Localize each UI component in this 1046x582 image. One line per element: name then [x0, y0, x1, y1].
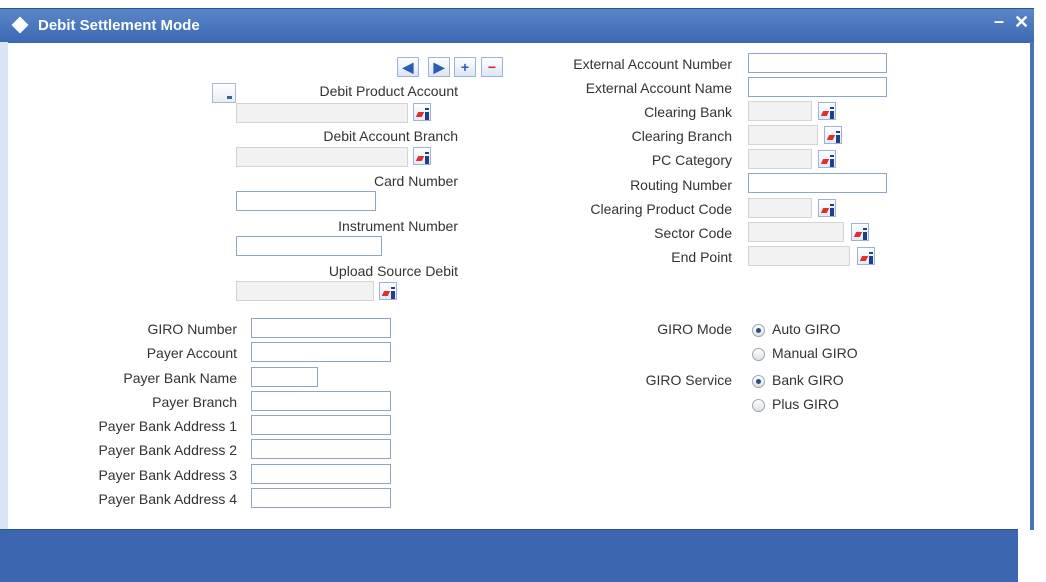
card-number-label: Card Number	[373, 173, 458, 189]
payer-bank-address-2-field[interactable]	[251, 439, 391, 459]
end-point-field[interactable]	[748, 246, 850, 266]
next-record-button[interactable]: ▶	[428, 57, 450, 77]
plus-giro-label: Plus GIRO	[772, 396, 839, 412]
upload-source-debit-lov-icon[interactable]	[379, 282, 397, 300]
instrument-number-label: Instrument Number	[338, 218, 458, 234]
manual-giro-radio[interactable]	[752, 348, 765, 361]
payer-account-label: Payer Account	[146, 345, 237, 361]
external-account-name-field[interactable]	[748, 77, 887, 97]
payer-bank-address-1-label: Payer Bank Address 1	[98, 418, 237, 434]
payer-account-field[interactable]	[251, 342, 391, 362]
payer-bank-name-field[interactable]	[251, 367, 318, 387]
payer-bank-address-3-field[interactable]	[251, 464, 391, 484]
upload-source-debit-field[interactable]	[236, 281, 374, 301]
card-number-field[interactable]	[236, 191, 376, 211]
bank-giro-label: Bank GIRO	[772, 372, 844, 388]
payer-bank-address-1-field[interactable]	[251, 415, 391, 435]
giro-number-label: GIRO Number	[147, 321, 237, 337]
auto-giro-radio[interactable]	[752, 324, 765, 337]
debit-account-branch-label: Debit Account Branch	[323, 128, 458, 144]
payer-branch-field[interactable]	[251, 391, 391, 411]
payer-bank-address-4-label: Payer Bank Address 4	[98, 491, 237, 507]
end-point-label: End Point	[671, 249, 732, 265]
document-icon[interactable]	[212, 83, 236, 103]
routing-number-field[interactable]	[748, 173, 887, 193]
clearing-branch-label: Clearing Branch	[631, 128, 732, 144]
sector-code-label: Sector Code	[654, 225, 732, 241]
payer-bank-address-4-field[interactable]	[251, 488, 391, 508]
external-account-number-field[interactable]	[748, 53, 887, 73]
clearing-bank-lov-icon[interactable]	[818, 102, 836, 120]
clearing-product-code-label: Clearing Product Code	[590, 201, 732, 217]
pc-category-lov-icon[interactable]	[818, 150, 836, 168]
previous-record-button[interactable]: ◀	[397, 57, 419, 77]
frame-left-border	[0, 42, 8, 530]
pc-category-label: PC Category	[651, 152, 732, 168]
payer-bank-address-3-label: Payer Bank Address 3	[98, 467, 237, 483]
end-point-lov-icon[interactable]	[857, 247, 875, 265]
clearing-product-code-field[interactable]	[748, 198, 812, 218]
plus-giro-radio[interactable]	[752, 399, 765, 412]
payer-bank-name-label: Payer Bank Name	[123, 370, 237, 386]
routing-number-label: Routing Number	[630, 177, 732, 193]
clearing-product-code-lov-icon[interactable]	[818, 199, 836, 217]
minimize-button[interactable]: –	[994, 11, 1004, 32]
payer-bank-address-2-label: Payer Bank Address 2	[98, 442, 237, 458]
clearing-bank-field[interactable]	[748, 101, 812, 121]
sector-code-field[interactable]	[748, 222, 844, 242]
window-footer	[0, 529, 1018, 582]
clearing-branch-lov-icon[interactable]	[824, 126, 842, 144]
add-row-button[interactable]: +	[454, 57, 476, 77]
pc-category-field[interactable]	[748, 149, 812, 169]
upload-source-debit-label: Upload Source Debit	[328, 263, 458, 279]
instrument-number-field[interactable]	[236, 236, 382, 256]
debit-product-account-label: Debit Product Account	[319, 83, 458, 99]
giro-service-label: GIRO Service	[645, 372, 732, 388]
debit-account-branch-lov-icon[interactable]	[413, 147, 431, 165]
external-account-name-label: External Account Name	[585, 80, 732, 96]
payer-branch-label: Payer Branch	[152, 394, 237, 410]
clearing-bank-label: Clearing Bank	[644, 104, 732, 120]
window-titlebar: Debit Settlement Mode – ✕	[0, 8, 1034, 43]
debit-account-branch-field[interactable]	[236, 147, 408, 167]
close-button[interactable]: ✕	[1014, 12, 1029, 33]
manual-giro-label: Manual GIRO	[772, 345, 858, 361]
sector-code-lov-icon[interactable]	[851, 223, 869, 241]
giro-mode-label: GIRO Mode	[657, 321, 732, 337]
clearing-branch-field[interactable]	[748, 125, 818, 145]
window-title: Debit Settlement Mode	[38, 17, 200, 34]
frame-right-border	[1030, 42, 1034, 530]
diamond-icon	[11, 16, 29, 34]
debit-product-account-field[interactable]	[236, 103, 408, 123]
bank-giro-radio[interactable]	[752, 375, 765, 388]
delete-row-button[interactable]: −	[481, 57, 503, 77]
giro-number-field[interactable]	[251, 318, 391, 338]
external-account-number-label: External Account Number	[573, 56, 732, 72]
debit-product-account-lov-icon[interactable]	[413, 103, 431, 121]
auto-giro-label: Auto GIRO	[772, 321, 841, 337]
